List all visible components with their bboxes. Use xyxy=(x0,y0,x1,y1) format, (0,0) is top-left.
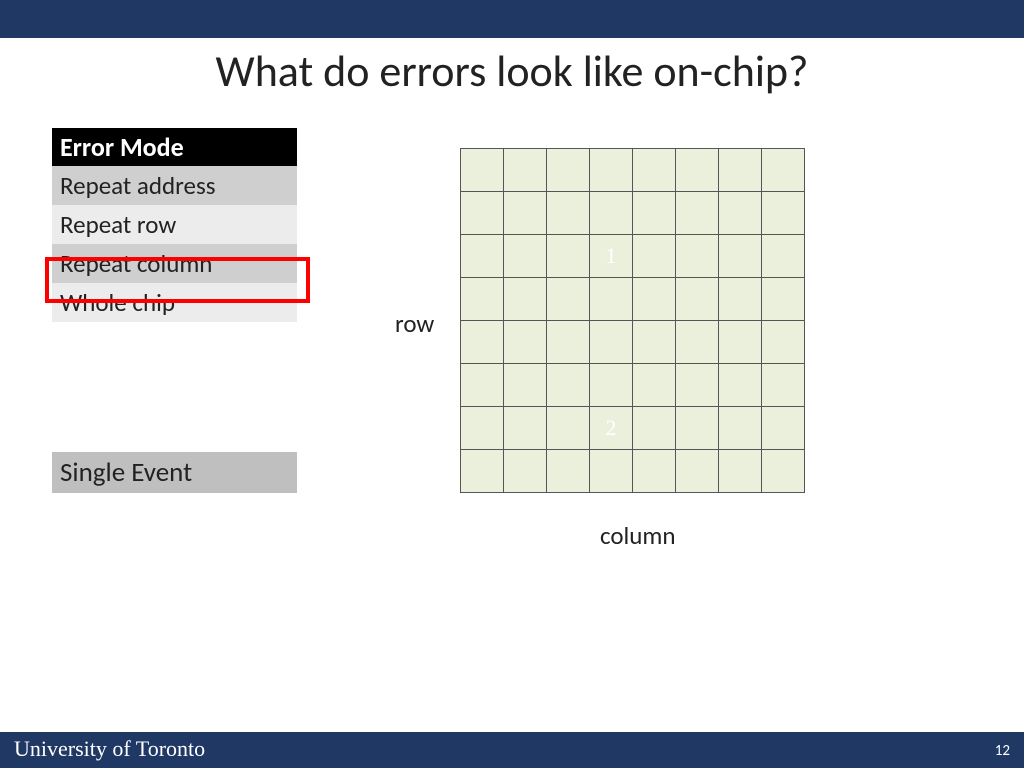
grid-cell xyxy=(504,321,547,364)
grid-cell: 2 xyxy=(590,407,633,450)
grid-cell xyxy=(590,450,633,493)
grid-cell xyxy=(547,235,590,278)
grid-cell xyxy=(676,192,719,235)
grid-cell xyxy=(762,278,805,321)
grid-cell xyxy=(633,278,676,321)
footer-institution: University of Toronto xyxy=(14,736,205,762)
error-mode-row: Repeat column xyxy=(52,244,297,283)
grid-cell xyxy=(461,149,504,192)
grid-cell xyxy=(719,235,762,278)
header-band xyxy=(0,0,1024,38)
grid-cell xyxy=(719,364,762,407)
grid-cell xyxy=(590,321,633,364)
error-mode-row: Repeat row xyxy=(52,205,297,244)
footer-bar: University of Toronto 12 xyxy=(0,732,1024,768)
grid-cell xyxy=(504,192,547,235)
grid-cell xyxy=(461,321,504,364)
grid-cell xyxy=(676,149,719,192)
grid-cell xyxy=(461,364,504,407)
grid-cell xyxy=(762,364,805,407)
grid-cell xyxy=(547,192,590,235)
grid-cell xyxy=(633,235,676,278)
grid-cell xyxy=(504,450,547,493)
page-number: 12 xyxy=(995,742,1010,760)
grid-cell xyxy=(633,149,676,192)
grid-cell xyxy=(762,192,805,235)
grid-cell xyxy=(461,407,504,450)
grid-cell xyxy=(676,407,719,450)
grid-cell xyxy=(633,321,676,364)
grid-cell xyxy=(547,450,590,493)
grid-col-label: column xyxy=(600,520,676,551)
grid-cell xyxy=(719,149,762,192)
grid-cell xyxy=(633,450,676,493)
grid-cell xyxy=(590,278,633,321)
grid-cell xyxy=(719,278,762,321)
error-mode-table: Error Mode Repeat address Repeat row Rep… xyxy=(52,128,297,322)
grid-cell xyxy=(719,321,762,364)
grid-cell xyxy=(504,278,547,321)
grid-cell xyxy=(719,407,762,450)
grid-cell xyxy=(590,149,633,192)
grid-cell xyxy=(762,149,805,192)
grid-cell xyxy=(633,407,676,450)
grid-cell xyxy=(633,192,676,235)
grid-cell xyxy=(633,364,676,407)
grid-cell xyxy=(676,278,719,321)
grid-cell xyxy=(547,149,590,192)
grid-cell xyxy=(461,278,504,321)
grid-cell xyxy=(719,192,762,235)
slide-title: What do errors look like on-chip? xyxy=(0,44,1024,98)
grid-cell xyxy=(762,407,805,450)
single-event-label: Single Event xyxy=(52,452,297,493)
grid-cell xyxy=(719,450,762,493)
error-mode-row: Repeat address xyxy=(52,166,297,205)
grid-cell xyxy=(590,192,633,235)
grid-row-label: row xyxy=(395,308,434,339)
grid-cell: 1 xyxy=(590,235,633,278)
grid-cell xyxy=(461,192,504,235)
grid-cell xyxy=(504,407,547,450)
grid-cell xyxy=(676,235,719,278)
grid-cell xyxy=(676,364,719,407)
grid-cell xyxy=(547,364,590,407)
grid-cell xyxy=(504,364,547,407)
grid-cell xyxy=(461,235,504,278)
grid-cell xyxy=(547,278,590,321)
grid-cell xyxy=(762,321,805,364)
grid-cell xyxy=(461,450,504,493)
error-mode-header: Error Mode xyxy=(52,128,297,166)
grid-cell xyxy=(590,364,633,407)
chip-grid: 12 xyxy=(460,148,805,493)
grid-cell xyxy=(676,321,719,364)
grid-cell xyxy=(504,235,547,278)
grid-cell xyxy=(547,321,590,364)
grid-cell xyxy=(762,235,805,278)
error-mode-row: Whole chip xyxy=(52,283,297,322)
grid-cell xyxy=(676,450,719,493)
grid-cell xyxy=(762,450,805,493)
grid-cell xyxy=(547,407,590,450)
grid-cell xyxy=(504,149,547,192)
